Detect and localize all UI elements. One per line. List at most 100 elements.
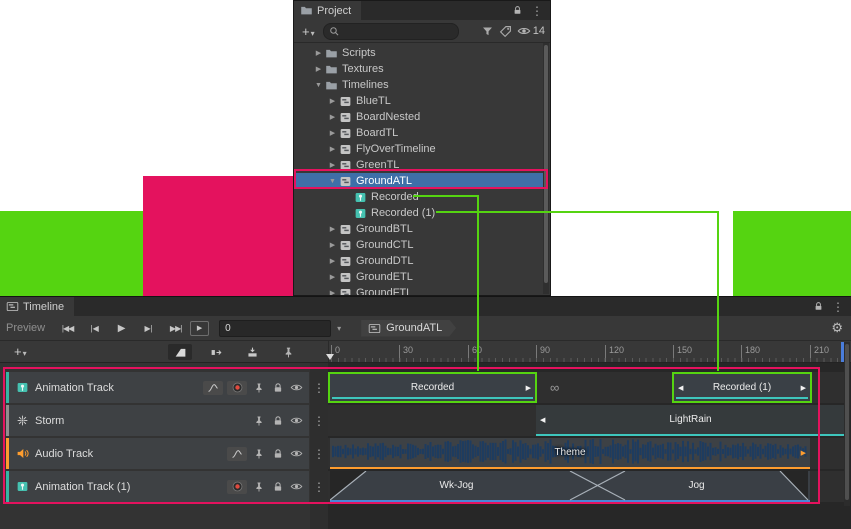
track-header-animation-track[interactable]: Animation Track <box>6 372 309 403</box>
chevron-right-icon[interactable] <box>326 289 339 295</box>
clip-loop-arrow-icon <box>801 449 806 457</box>
breadcrumb[interactable]: GroundATL <box>361 320 456 337</box>
lock-icon[interactable] <box>512 5 523 16</box>
chevron-right-icon[interactable] <box>326 97 339 105</box>
tree-item-groundftl[interactable]: GroundFTL <box>294 285 543 295</box>
edit-mode-ripple-button[interactable] <box>204 344 228 360</box>
tree-item-scripts[interactable]: Scripts <box>294 45 543 61</box>
chevron-right-icon[interactable] <box>312 49 325 57</box>
clip-theme[interactable]: Theme <box>330 438 810 469</box>
tree-item-textures[interactable]: Textures <box>294 61 543 77</box>
lock-icon <box>272 448 284 460</box>
chevron-right-icon[interactable] <box>326 113 339 121</box>
clip-recorded-1[interactable]: Recorded (1) <box>672 372 812 403</box>
curves-toggle-button[interactable] <box>227 447 247 461</box>
packages-visibility-button[interactable]: 14 <box>517 24 545 38</box>
lane-audio-track[interactable]: Theme <box>328 438 845 469</box>
mute-track-button[interactable] <box>289 446 304 461</box>
chevron-right-icon[interactable] <box>326 241 339 249</box>
timeline-icon <box>6 300 19 313</box>
search-by-label-button[interactable] <box>499 25 512 38</box>
frame-options-caret-icon[interactable] <box>333 322 349 334</box>
lane-storm[interactable]: LightRain <box>328 405 845 436</box>
frame-field[interactable]: 0 <box>219 320 331 337</box>
edit-mode-mix-button[interactable] <box>168 344 192 360</box>
chevron-right-icon[interactable] <box>326 129 339 137</box>
pin-track-button[interactable] <box>251 479 266 494</box>
track-header-animation-track-1[interactable]: Animation Track (1) <box>6 471 309 502</box>
clip-lightrain[interactable]: LightRain <box>536 405 845 436</box>
tab-project[interactable]: Project <box>294 1 361 20</box>
tree-item-greentl[interactable]: GreenTL <box>294 157 543 173</box>
track-options-kebab[interactable] <box>312 405 326 436</box>
chevron-down-icon[interactable] <box>326 178 339 185</box>
lane-animation-track[interactable]: Recorded Recorded (1) <box>328 372 845 403</box>
track-header-audio-track[interactable]: Audio Track <box>6 438 309 469</box>
kebab-menu-icon[interactable] <box>531 4 543 18</box>
lock-track-button[interactable] <box>270 380 285 395</box>
chevron-right-icon[interactable] <box>326 145 339 153</box>
pin-track-button[interactable] <box>251 413 266 428</box>
tree-item-recorded-1[interactable]: Recorded (1) <box>294 205 543 221</box>
lock-track-button[interactable] <box>270 446 285 461</box>
play-button[interactable] <box>109 319 134 337</box>
create-asset-button[interactable] <box>299 24 318 39</box>
preview-toggle-button[interactable]: Preview <box>6 322 45 334</box>
show-markers-button[interactable] <box>276 344 300 360</box>
chevron-right-icon[interactable] <box>326 161 339 169</box>
search-box[interactable] <box>323 23 459 40</box>
kebab-menu-icon[interactable] <box>832 300 844 314</box>
tree-item-groundctl[interactable]: GroundCTL <box>294 237 543 253</box>
play-range-button[interactable] <box>190 321 209 336</box>
lock-track-button[interactable] <box>270 479 285 494</box>
chevron-right-icon[interactable] <box>326 273 339 281</box>
chevron-down-icon[interactable] <box>312 82 325 89</box>
record-button[interactable] <box>227 381 247 395</box>
pin-track-button[interactable] <box>251 380 266 395</box>
scrollbar-thumb[interactable] <box>845 344 849 500</box>
tree-item-boardtl[interactable]: BoardTL <box>294 125 543 141</box>
edit-mode-replace-button[interactable] <box>240 344 264 360</box>
tree-item-flyovertimeline[interactable]: FlyOverTimeline <box>294 141 543 157</box>
lock-icon[interactable] <box>813 301 824 312</box>
add-track-button[interactable] <box>14 344 27 359</box>
chevron-right-icon[interactable] <box>312 65 325 73</box>
previous-frame-button[interactable] <box>82 319 107 337</box>
record-button[interactable] <box>227 480 247 494</box>
track-options-kebab[interactable] <box>312 471 326 502</box>
goto-start-button[interactable] <box>55 319 80 337</box>
mute-track-button[interactable] <box>289 380 304 395</box>
search-input[interactable] <box>343 26 453 37</box>
next-frame-button[interactable] <box>136 319 161 337</box>
lock-track-button[interactable] <box>270 413 285 428</box>
tree-item-grounddtl[interactable]: GroundDTL <box>294 253 543 269</box>
tree-item-bluetl[interactable]: BlueTL <box>294 93 543 109</box>
track-header-storm[interactable]: Storm <box>6 405 309 436</box>
tree-item-groundbtl[interactable]: GroundBTL <box>294 221 543 237</box>
track-options-kebab[interactable] <box>312 438 326 469</box>
time-ruler[interactable]: 0 30 60 90 120 150 180 210 <box>328 341 845 362</box>
timeline-vertical-scrollbar[interactable] <box>844 342 850 506</box>
gear-icon[interactable] <box>831 320 843 336</box>
tree-item-recorded[interactable]: Recorded <box>294 189 543 205</box>
tree-item-timelines[interactable]: Timelines <box>294 77 543 93</box>
tab-timeline[interactable]: Timeline <box>0 297 74 316</box>
tree-item-groundetl[interactable]: GroundETL <box>294 269 543 285</box>
track-options-kebab[interactable] <box>312 372 326 403</box>
project-scrollbar[interactable] <box>543 43 549 294</box>
clip-label: Jog <box>583 471 810 500</box>
curves-toggle-button[interactable] <box>203 381 223 395</box>
mute-track-button[interactable] <box>289 413 304 428</box>
chevron-right-icon[interactable] <box>326 257 339 265</box>
clip-recorded[interactable]: Recorded <box>328 372 537 403</box>
chevron-right-icon[interactable] <box>326 225 339 233</box>
playhead-marker[interactable] <box>326 354 334 360</box>
pin-track-button[interactable] <box>251 446 266 461</box>
clip-hold-arrow-icon <box>678 384 683 392</box>
mute-track-button[interactable] <box>289 479 304 494</box>
goto-end-button[interactable] <box>163 319 188 337</box>
search-by-type-button[interactable] <box>481 25 494 38</box>
scrollbar-thumb[interactable] <box>544 45 548 283</box>
tree-item-groundatl[interactable]: GroundATL <box>294 173 543 189</box>
tree-item-boardnested[interactable]: BoardNested <box>294 109 543 125</box>
